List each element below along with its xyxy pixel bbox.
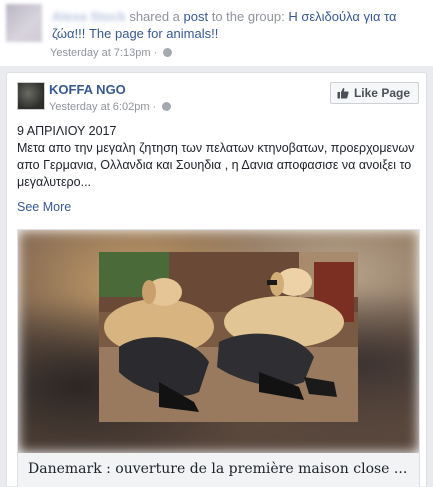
- share-meta-separator: ·: [150, 47, 161, 59]
- preview-title-bar[interactable]: Danemark : ouverture de la première mais…: [18, 453, 419, 487]
- globe-icon: [162, 102, 172, 111]
- preview-title: Danemark : ouverture de la première mais…: [28, 461, 408, 477]
- post-card: KOFFA NGO Yesterday at 6:02pm · Like Pag…: [6, 72, 427, 487]
- share-timestamp[interactable]: Yesterday at 7:13pm: [50, 47, 151, 59]
- share-action-text: shared a: [125, 9, 184, 24]
- thumbs-up-icon: [337, 87, 349, 99]
- sharer-name[interactable]: Alexa Stock: [52, 8, 126, 25]
- share-line: Alexa Stock shared a post to the group: …: [52, 8, 427, 42]
- share-header: Alexa Stock shared a post to the group: …: [0, 0, 433, 66]
- post-text: 9 ΑΠΡΙΛΙΟΥ 2017 Μετα απο την μεγαλη ζητη…: [17, 123, 417, 191]
- post-meta-separator: ·: [149, 101, 160, 113]
- link-preview[interactable]: Danemark : ouverture de la première mais…: [17, 229, 420, 487]
- post-date-line: 9 ΑΠΡΙΛΙΟΥ 2017: [17, 124, 117, 138]
- post-timestamp[interactable]: Yesterday at 6:02pm: [49, 101, 150, 113]
- preview-photo[interactable]: [99, 252, 358, 422]
- like-page-label: Like Page: [353, 86, 410, 100]
- page-name[interactable]: KOFFA NGO: [49, 82, 126, 97]
- post-link[interactable]: post: [184, 9, 209, 24]
- post-body: Μετα απο την μεγαλη ζητηση των πελατων κ…: [17, 141, 415, 189]
- page-avatar[interactable]: [17, 82, 45, 110]
- to-group-text: to the group:: [208, 9, 289, 24]
- like-page-button[interactable]: Like Page: [329, 82, 419, 104]
- post-meta: Yesterday at 6:02pm ·: [49, 101, 172, 113]
- sharer-avatar[interactable]: [6, 4, 42, 42]
- share-meta: Yesterday at 7:13pm ·: [50, 47, 173, 59]
- globe-icon: [163, 48, 173, 57]
- see-more-link[interactable]: See More: [17, 200, 71, 214]
